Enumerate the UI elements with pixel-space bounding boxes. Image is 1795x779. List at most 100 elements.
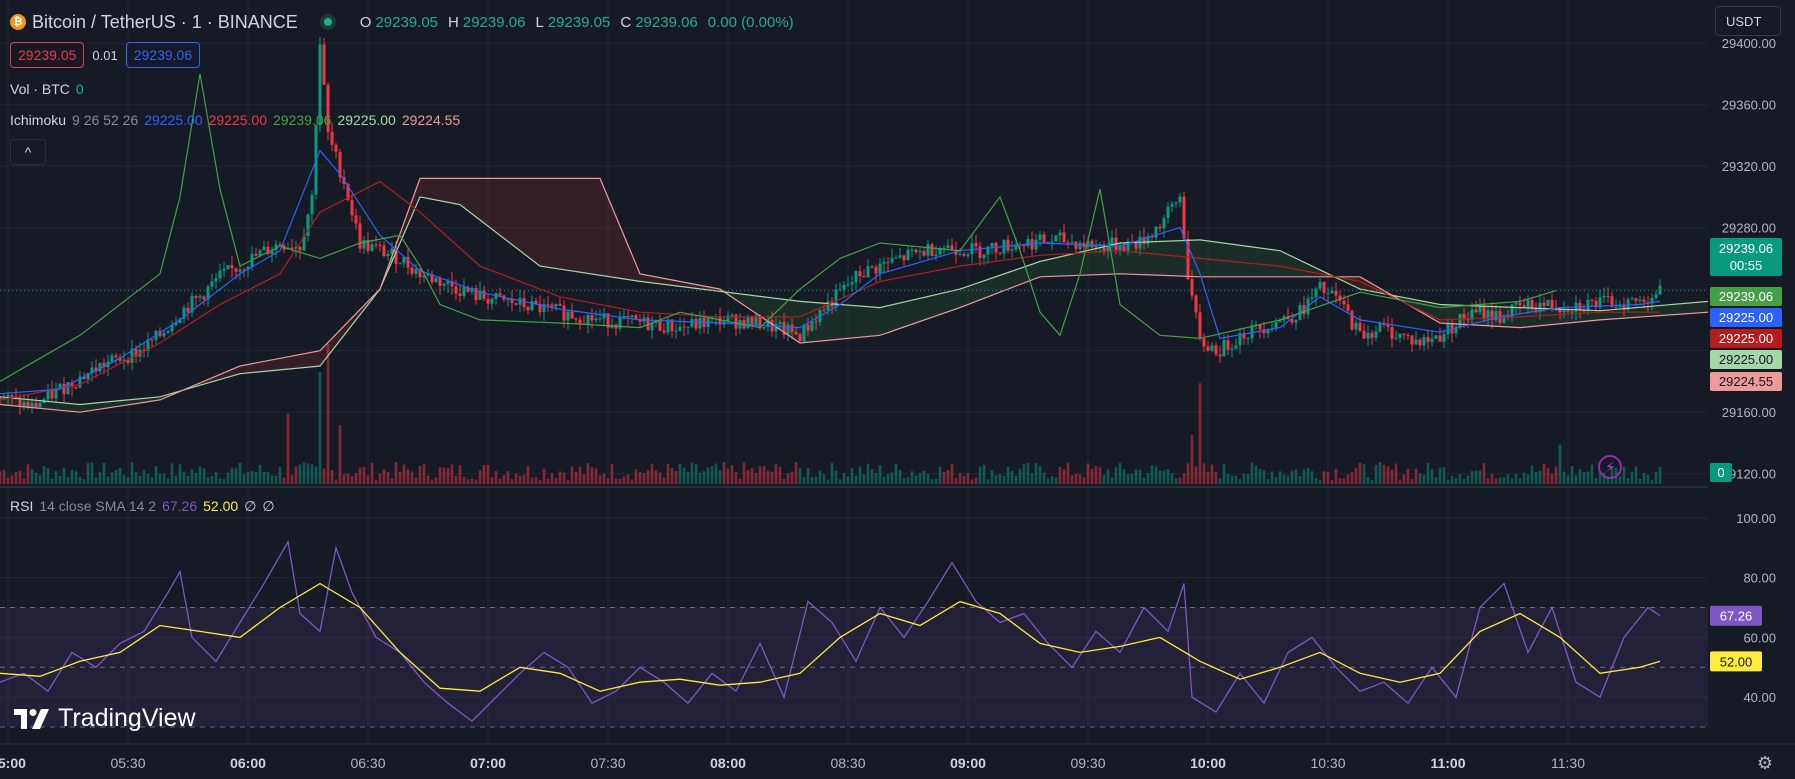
candle-body <box>350 200 354 216</box>
volume-bar <box>714 463 718 484</box>
volume-bar <box>510 478 514 484</box>
ichimoku-cloud-segment <box>836 304 840 340</box>
volume-bar <box>890 472 894 484</box>
candle-body <box>1038 234 1042 240</box>
volume-bar <box>1030 473 1034 484</box>
volume-bar <box>702 471 706 484</box>
candle-body <box>1234 345 1238 349</box>
ichimoku-cloud-segment <box>1276 250 1280 277</box>
market-status-icon[interactable] <box>319 14 336 30</box>
sell-price-button[interactable]: 29239.05 <box>10 42 85 68</box>
ichimoku-cloud-segment <box>1180 240 1184 277</box>
rsi-legend[interactable]: RSI 14 close SMA 14 2 67.26 52.00 ∅ ∅ <box>10 498 275 515</box>
ichimoku-cloud-segment <box>488 178 492 230</box>
ichimoku-cloud-segment <box>1056 256 1060 277</box>
volume-bar <box>494 471 498 484</box>
volume-bar <box>1134 469 1138 484</box>
volume-bar <box>1622 466 1626 484</box>
volume-bar <box>394 462 398 484</box>
candle-body <box>1134 242 1138 249</box>
volume-bar <box>722 462 726 484</box>
volume-bar <box>1190 435 1194 484</box>
ichimoku-cloud-segment <box>256 362 260 373</box>
volume-bar <box>994 474 998 484</box>
ohlc-key-3: C <box>620 13 632 31</box>
volume-bar <box>70 469 74 484</box>
ichimoku-cloud-segment <box>1004 272 1008 291</box>
candle-body <box>1354 322 1358 330</box>
volume-bar <box>170 463 174 484</box>
ichimoku-cloud-segment <box>460 178 464 208</box>
price-axis-label: 29320.00 <box>1722 159 1776 174</box>
candle-body <box>1182 196 1186 239</box>
candle-body <box>810 321 814 331</box>
candle-body <box>1106 246 1110 252</box>
candle-body <box>870 266 874 268</box>
candle-body <box>310 194 314 215</box>
candle-body <box>1066 242 1070 244</box>
candle-body <box>166 331 170 333</box>
candle-body <box>490 298 494 304</box>
candle-body <box>898 255 902 258</box>
candle-body <box>922 251 926 256</box>
volume-bar <box>794 462 798 484</box>
ichimoku-cloud-segment <box>60 402 64 411</box>
volume-bar <box>630 479 634 484</box>
volume-bar <box>86 463 90 484</box>
candle-body <box>434 278 438 283</box>
settings-gear-icon[interactable]: ⚙ <box>1757 753 1773 774</box>
candle-body <box>1070 241 1074 243</box>
candle-body <box>950 245 954 250</box>
volume-bar <box>1078 474 1082 484</box>
ichimoku-cloud-segment <box>592 178 596 275</box>
volume-bar <box>1098 467 1102 484</box>
ohlc-value-0: 29239.05 <box>375 13 439 31</box>
currency-selector[interactable]: USDT <box>1715 6 1781 36</box>
ichimoku-legend[interactable]: Ichimoku 9 26 52 26 29225.00 29225.00 29… <box>10 112 460 128</box>
ichimoku-cloud-segment <box>564 178 568 271</box>
ichimoku-cloud-segment <box>944 291 948 314</box>
ichimoku-legend-title: Ichimoku <box>10 112 67 128</box>
lightning-icon[interactable]: ⚡ <box>1598 455 1622 479</box>
candle-body <box>74 387 78 389</box>
collapse-legend-button[interactable]: ^ <box>10 139 46 165</box>
volume-bar <box>182 471 186 484</box>
price-tag-tenkan-value: 29225.00 <box>1719 310 1773 325</box>
ichimoku-cloud-segment <box>316 350 320 367</box>
ichimoku-cloud-segment <box>1228 243 1232 277</box>
price-axis-label: 29360.00 <box>1722 98 1776 113</box>
candle-body <box>1042 234 1046 243</box>
volume-bar <box>490 477 494 484</box>
volume-legend[interactable]: Vol · BTC 0 <box>10 81 84 97</box>
volume-bar <box>194 472 198 484</box>
time-axis <box>0 744 1795 779</box>
symbol-title[interactable]: Bitcoin / TetherUS · 1 · BINANCE <box>32 12 298 33</box>
ichimoku-cloud-segment <box>896 302 900 330</box>
candle-body <box>526 307 530 311</box>
volume-bar <box>382 469 386 484</box>
volume-bar <box>726 468 730 484</box>
ichimoku-cloud-segment <box>1252 246 1256 277</box>
volume-bar <box>282 477 286 484</box>
volume-bar <box>1018 468 1022 484</box>
symbol-header: ₿ Bitcoin / TetherUS · 1 · BINANCE O 2923… <box>10 10 800 34</box>
volume-bar <box>62 467 66 484</box>
volume-bar <box>1410 478 1414 484</box>
ichimoku-cloud-segment <box>1624 308 1628 319</box>
volume-bar <box>642 473 646 484</box>
ichimoku-cloud-segment <box>1612 309 1616 320</box>
buy-price-button[interactable]: 29239.06 <box>125 42 201 68</box>
candle-body <box>914 249 918 253</box>
ichimoku-cloud-segment <box>588 178 592 275</box>
volume-bar <box>738 478 742 484</box>
candle-body <box>974 243 978 247</box>
candle-body <box>850 282 854 285</box>
ichimoku-cloud-segment <box>472 178 476 217</box>
volume-bar <box>470 478 474 484</box>
candle-body <box>802 324 806 342</box>
volume-bar <box>174 475 178 484</box>
candle-body <box>234 268 238 272</box>
candle-body <box>910 249 914 251</box>
ichimoku-cloud-segment <box>444 178 448 203</box>
candle-body <box>686 326 690 328</box>
